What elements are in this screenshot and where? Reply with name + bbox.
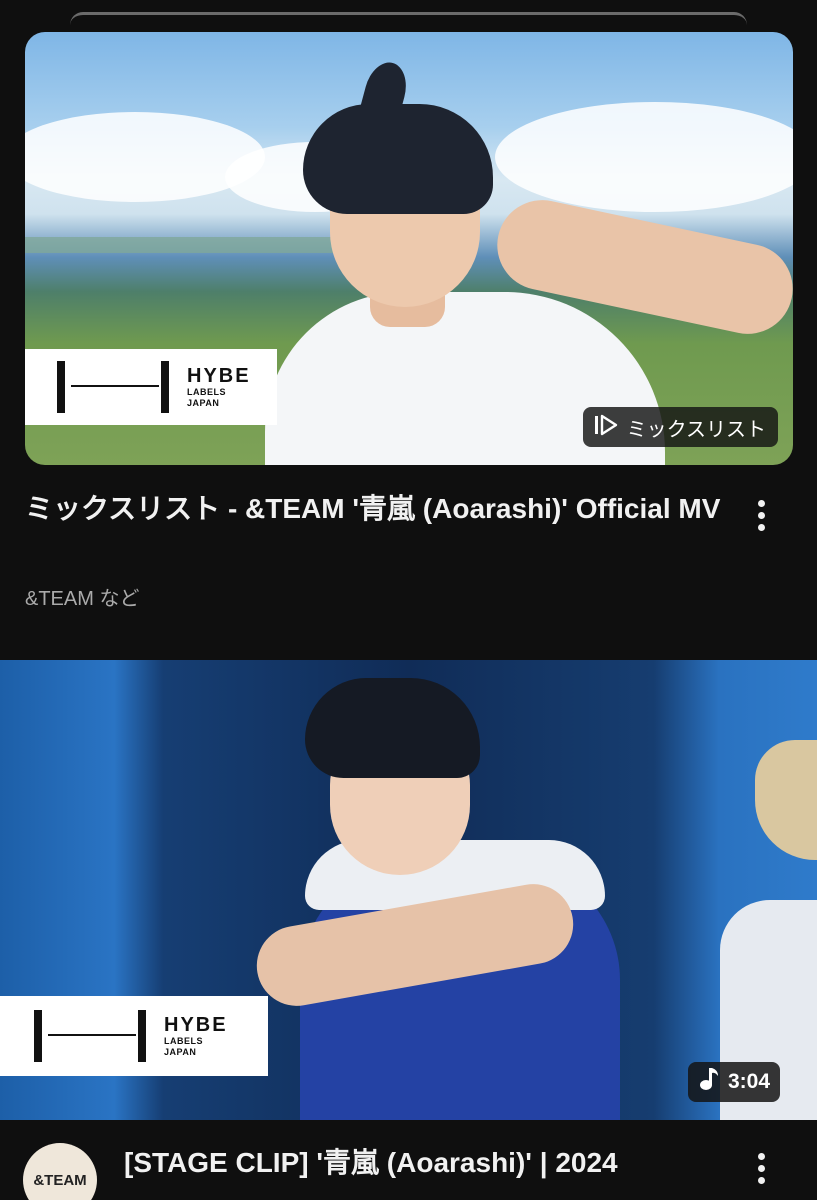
hybe-logo-name: HYBE bbox=[187, 365, 251, 387]
duration-badge: 3:04 bbox=[688, 1062, 781, 1102]
hybe-logo-mark bbox=[34, 1010, 152, 1062]
video-title[interactable]: [STAGE CLIP] '青嵐 (Aoarashi)' | 2024 bbox=[124, 1143, 724, 1183]
hybe-logo-text: HYBE LABELS JAPAN bbox=[164, 1014, 228, 1058]
hybe-logo-line2: JAPAN bbox=[164, 1047, 197, 1057]
feed: HYBE LABELS JAPAN ミックスリスト ミックスリスト - &TEA… bbox=[0, 0, 817, 1200]
channel-avatar-text: &TEAM bbox=[33, 1171, 87, 1189]
cloud-shape bbox=[495, 102, 793, 212]
duration-label: 3:04 bbox=[728, 1070, 771, 1093]
mix-badge: ミックスリスト bbox=[582, 407, 778, 447]
mix-playlist-icon bbox=[593, 412, 619, 443]
hybe-logo-line2: JAPAN bbox=[187, 398, 220, 408]
channel-avatar[interactable]: &TEAM bbox=[23, 1143, 97, 1200]
hybe-logo: HYBE LABELS JAPAN bbox=[0, 996, 268, 1076]
mix-subtitle: &TEAM など bbox=[25, 588, 140, 610]
hybe-logo-line1: LABELS bbox=[164, 1036, 203, 1046]
more-vert-icon[interactable] bbox=[747, 495, 775, 535]
person-hair-shape bbox=[305, 678, 480, 778]
hybe-logo-text: HYBE LABELS JAPAN bbox=[187, 365, 251, 409]
mix-title[interactable]: ミックスリスト - &TEAM '青嵐 (Aoarashi)' Official… bbox=[25, 490, 725, 528]
mix-badge-label: ミックスリスト bbox=[626, 416, 766, 441]
music-note-icon bbox=[698, 1066, 720, 1098]
hybe-logo-line1: LABELS bbox=[187, 387, 226, 397]
mix-thumbnail[interactable]: HYBE LABELS JAPAN ミックスリスト bbox=[25, 32, 793, 465]
hybe-logo-name: HYBE bbox=[164, 1014, 228, 1036]
hybe-logo: HYBE LABELS JAPAN bbox=[25, 349, 277, 425]
more-vert-icon[interactable] bbox=[747, 1148, 775, 1188]
mix-stack-indicator bbox=[70, 12, 747, 25]
fence-shape bbox=[25, 237, 365, 253]
person-hair-shape bbox=[303, 104, 493, 214]
hybe-logo-mark bbox=[57, 361, 175, 413]
